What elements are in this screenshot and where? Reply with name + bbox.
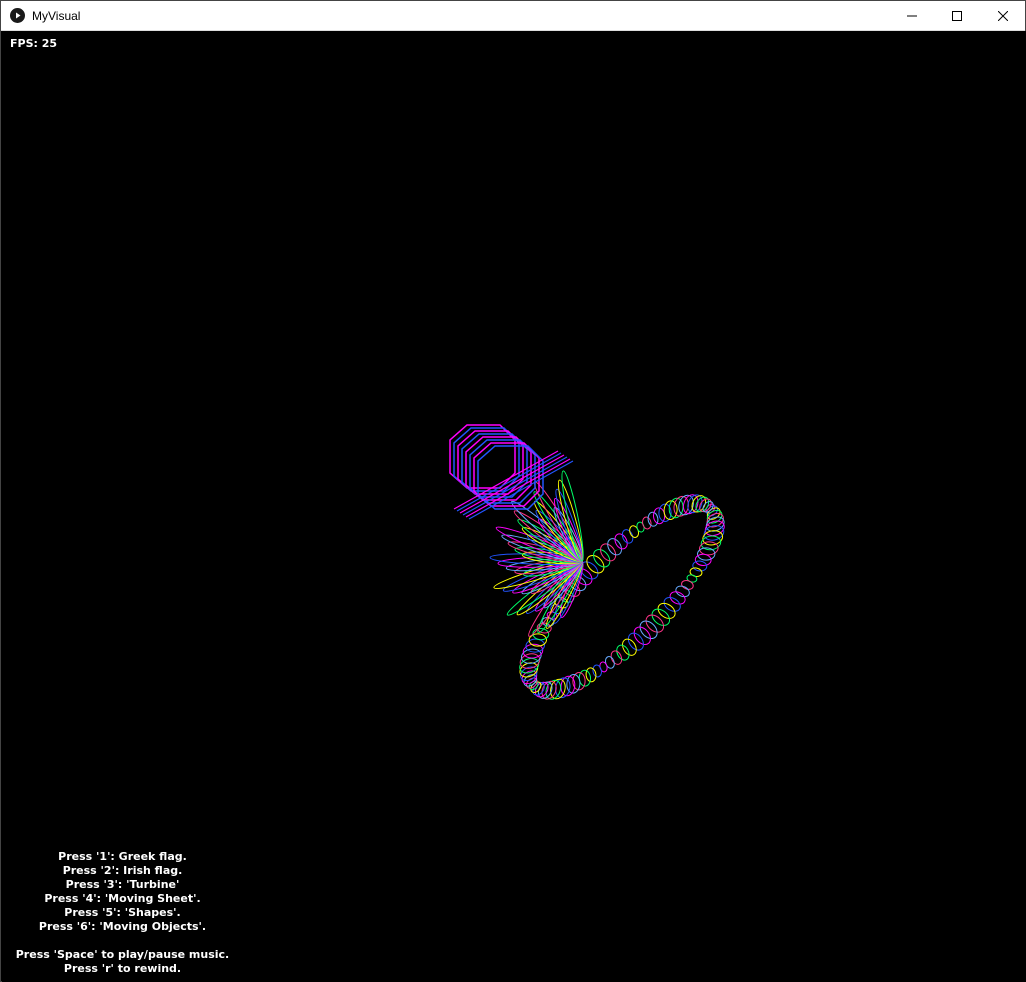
- help-mode-3: Press '3': 'Turbine': [65, 878, 180, 891]
- help-mode-5: Press '5': 'Shapes'.: [64, 906, 181, 919]
- ring-loop: [614, 533, 628, 550]
- ring-loop: [689, 567, 703, 577]
- close-icon: [998, 11, 1008, 21]
- help-mode-2: Press '2': Irish flag.: [62, 864, 183, 877]
- app-window: MyVisual FPS: 25 Press '1': Greek flag.: [0, 0, 1026, 982]
- play-icon: [10, 8, 25, 23]
- ring-loop: [604, 656, 615, 669]
- ring-loop: [686, 574, 698, 583]
- ring-loop: [586, 554, 605, 574]
- help-rewind: Press 'r' to rewind.: [63, 962, 182, 975]
- ring-loop: [585, 667, 597, 683]
- help-spacer: [2, 934, 243, 948]
- visualization-graphic: [449, 424, 725, 700]
- minimize-button[interactable]: [889, 1, 935, 31]
- title-bar[interactable]: MyVisual: [1, 1, 1025, 31]
- help-text: Press '1': Greek flag. Press '2': Irish …: [2, 850, 243, 976]
- minimize-icon: [907, 15, 917, 17]
- ring-loop: [647, 511, 659, 527]
- help-play-pause: Press 'Space' to play/pause music.: [15, 948, 230, 961]
- ring-loop: [657, 602, 676, 619]
- ring-loop: [592, 664, 602, 678]
- help-mode-4: Press '4': 'Moving Sheet'.: [44, 892, 201, 905]
- ring-loop: [639, 620, 658, 640]
- maximize-icon: [952, 11, 962, 21]
- ring-loop: [645, 614, 665, 633]
- maximize-button[interactable]: [934, 1, 980, 31]
- window-title: MyVisual: [32, 9, 81, 23]
- ring-loop: [629, 525, 640, 538]
- ring-loop: [616, 644, 630, 661]
- close-button[interactable]: [980, 1, 1026, 31]
- ring-loop: [692, 560, 708, 572]
- help-mode-1: Press '1': Greek flag.: [58, 850, 187, 863]
- help-mode-6: Press '6': 'Moving Objects'.: [38, 920, 207, 933]
- visualizer-canvas[interactable]: FPS: 25 Press '1': Greek flag. Press '2'…: [2, 31, 1026, 982]
- ring-loop: [642, 516, 652, 530]
